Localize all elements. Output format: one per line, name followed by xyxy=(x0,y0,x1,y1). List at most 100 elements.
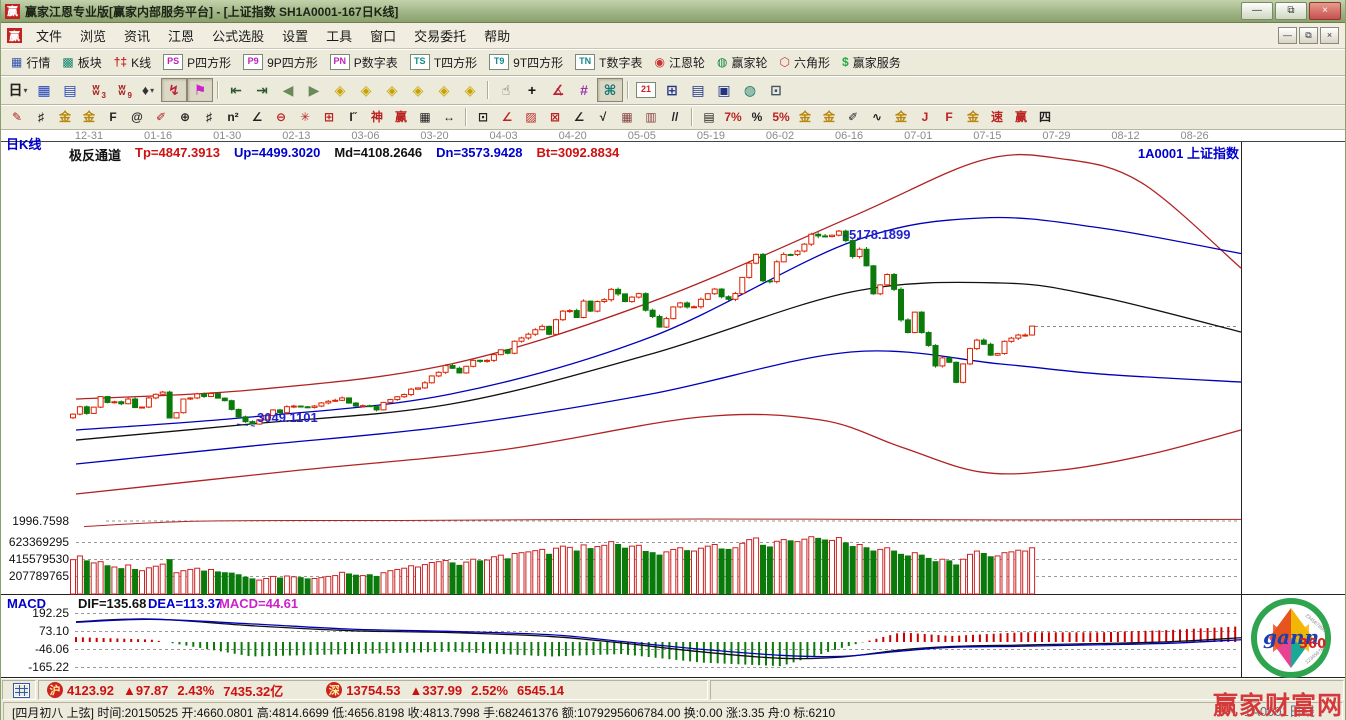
gann-diamond-v-button[interactable]: ◈ xyxy=(405,78,431,102)
9t-square-button[interactable]: T99T四方形 xyxy=(483,51,569,74)
box-frame-tool[interactable]: ⊡ xyxy=(471,106,495,128)
percent5-tool[interactable]: 5% xyxy=(769,106,793,128)
percent7-tool[interactable]: 7% xyxy=(721,106,745,128)
hand-tool-button[interactable]: ☝ xyxy=(493,78,519,102)
gold-grid-tool-2[interactable]: 金 xyxy=(77,106,101,128)
menu-item-5[interactable]: 设置 xyxy=(273,23,317,48)
menu-item-8[interactable]: 交易委托 xyxy=(405,23,475,48)
p-table-button[interactable]: PNP数字表 xyxy=(324,51,404,74)
fan-lines-tool[interactable]: ∠ xyxy=(495,106,519,128)
window-layout-icon[interactable]: ▦ xyxy=(31,78,57,102)
box-web-tool[interactable]: ⊠ xyxy=(543,106,567,128)
menu-item-6[interactable]: 工具 xyxy=(317,23,361,48)
mdi-close-button[interactable]: × xyxy=(1320,27,1339,44)
quotes-button[interactable]: ▦行情 xyxy=(5,51,56,74)
calendar-button[interactable]: 21 xyxy=(633,78,659,102)
j-angle-tool[interactable]: J xyxy=(913,106,937,128)
speed-lines-tool[interactable]: 速 xyxy=(985,106,1009,128)
arrow-knife-tool[interactable]: ✐ xyxy=(841,106,865,128)
mdi-restore-button[interactable]: ⧉ xyxy=(1299,27,1318,44)
nav-prev-button[interactable]: ◀ xyxy=(275,78,301,102)
ying-grid-tool[interactable]: 赢 xyxy=(389,106,413,128)
gold-underline-tool[interactable]: 金 xyxy=(889,106,913,128)
draw-pen-tool[interactable]: ✎ xyxy=(5,106,29,128)
winner-wheel-button[interactable]: ◍赢家轮 xyxy=(711,51,774,74)
measure-tool[interactable]: ▤ xyxy=(697,106,721,128)
gann-diamond-cross-button[interactable]: ◈ xyxy=(431,78,457,102)
spiral-tool[interactable]: @ xyxy=(125,106,149,128)
nav-last-button[interactable]: ⇥ xyxy=(249,78,275,102)
f-grid-tool[interactable]: F xyxy=(101,106,125,128)
zigzag-tool-icon[interactable]: ↯ xyxy=(161,78,187,102)
bars9-icon[interactable]: ʬ9 xyxy=(109,78,135,102)
f-angle-tool[interactable]: F xyxy=(937,106,961,128)
nav-next-button[interactable]: ▶ xyxy=(301,78,327,102)
n2-grid-tool[interactable]: n² xyxy=(221,106,245,128)
notes-button[interactable]: ▤ xyxy=(685,78,711,102)
crosshair-tool-button[interactable]: + xyxy=(519,78,545,102)
gann-diamond-left-button[interactable]: ◈ xyxy=(327,78,353,102)
gann-diamond-right-button[interactable]: ◈ xyxy=(353,78,379,102)
gold-angle-tool[interactable]: 金 xyxy=(961,106,985,128)
candle-style-button[interactable]: ♦▾ xyxy=(135,78,161,102)
gann-diamond-all-button[interactable]: ◈ xyxy=(457,78,483,102)
info-panel-icon[interactable]: ▤ xyxy=(57,78,83,102)
t-table-button[interactable]: TNT数字表 xyxy=(569,51,648,74)
menu-item-2[interactable]: 资讯 xyxy=(115,23,159,48)
web-box-tool[interactable]: ⊞ xyxy=(317,106,341,128)
grid-comb-tool[interactable]: ♯ xyxy=(29,106,53,128)
target-circle-tool[interactable]: ⊖ xyxy=(269,106,293,128)
winner-service-button[interactable]: $赢家服务 xyxy=(836,51,907,74)
percent-tool[interactable]: % xyxy=(745,106,769,128)
period-day-button[interactable]: 日▾ xyxy=(5,78,31,102)
mdi-minimize-button[interactable]: — xyxy=(1278,27,1297,44)
menu-item-0[interactable]: 文件 xyxy=(27,23,71,48)
calculator-button[interactable]: ⊞ xyxy=(659,78,685,102)
width-arrows-tool[interactable]: ↔ xyxy=(437,106,461,128)
nav-first-button[interactable]: ⇤ xyxy=(223,78,249,102)
gann-wheel-button[interactable]: ◉江恩轮 xyxy=(649,51,712,74)
menu-item-9[interactable]: 帮助 xyxy=(475,23,519,48)
check-lines-tool[interactable]: √ xyxy=(591,106,615,128)
shen-grid-tool[interactable]: 神 xyxy=(365,106,389,128)
angle-tool-button[interactable]: ∡ xyxy=(545,78,571,102)
t-square-button[interactable]: TST四方形 xyxy=(404,51,483,74)
kline-button[interactable]: †‡K线 xyxy=(108,51,157,74)
gold-circle-tool[interactable]: 金 xyxy=(793,106,817,128)
close-button[interactable]: × xyxy=(1309,2,1341,20)
menu-item-1[interactable]: 浏览 xyxy=(71,23,115,48)
ying-lines-tool[interactable]: 赢 xyxy=(1009,106,1033,128)
sectors-button[interactable]: ▩板块 xyxy=(56,51,107,74)
9p-square-button[interactable]: P99P四方形 xyxy=(237,51,324,74)
web-tool[interactable]: ✳ xyxy=(293,106,317,128)
grid-red2-tool[interactable]: ▥ xyxy=(639,106,663,128)
save-button[interactable]: ▣ xyxy=(711,78,737,102)
p-square-button[interactable]: PSP四方形 xyxy=(157,51,237,74)
menu-item-7[interactable]: 窗口 xyxy=(361,23,405,48)
box-fan-tool[interactable]: ▨ xyxy=(519,106,543,128)
angle-lines-tool[interactable]: ∠ xyxy=(567,106,591,128)
grid-red-tool[interactable]: ▦ xyxy=(615,106,639,128)
knife-tool[interactable]: ✐ xyxy=(149,106,173,128)
ruler-grid-tool[interactable]: ▦ xyxy=(413,106,437,128)
wave-tool[interactable]: ∿ xyxy=(865,106,889,128)
flag-tool-icon[interactable]: ⚑ xyxy=(187,78,213,102)
quote-grid-icon[interactable] xyxy=(13,683,30,698)
maze-tool-button[interactable]: ⌘ xyxy=(597,78,623,102)
gann-diamond-h-button[interactable]: ◈ xyxy=(379,78,405,102)
export-button[interactable]: ◍ xyxy=(737,78,763,102)
menu-item-3[interactable]: 江恩 xyxy=(159,23,203,48)
circle-grid-tool[interactable]: ⊕ xyxy=(173,106,197,128)
i-marks-tool[interactable]: I˝ xyxy=(341,106,365,128)
system-button[interactable]: ⊡ xyxy=(763,78,789,102)
gold-grid-tool-1[interactable]: 金 xyxy=(53,106,77,128)
minimize-button[interactable]: — xyxy=(1241,2,1273,20)
gold-line-tool[interactable]: 金 xyxy=(817,106,841,128)
menu-item-4[interactable]: 公式选股 xyxy=(203,23,273,48)
angle-guide-tool[interactable]: ∠ xyxy=(245,106,269,128)
restore-button[interactable]: ⧉ xyxy=(1275,2,1307,20)
grid-tool-button[interactable]: # xyxy=(571,78,597,102)
comb2-tool[interactable]: ♯ xyxy=(197,106,221,128)
slash-lines-tool[interactable]: // xyxy=(663,106,687,128)
bars3-icon[interactable]: ʬ3 xyxy=(83,78,109,102)
